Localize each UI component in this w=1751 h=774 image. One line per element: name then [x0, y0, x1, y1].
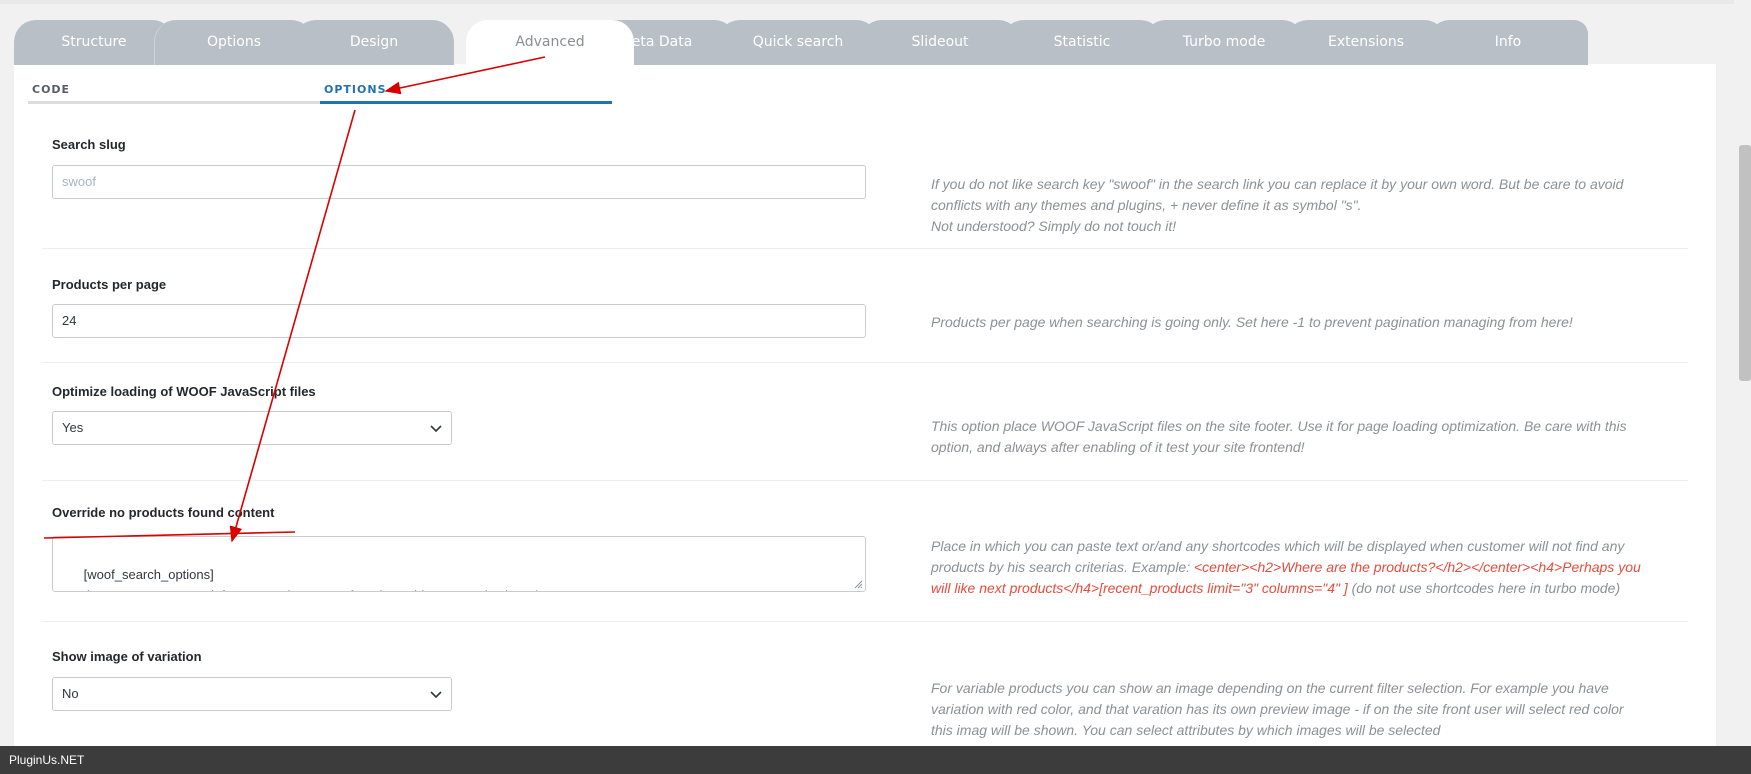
- advanced-panel: CODE OPTIONS Search slug swoof If you do…: [14, 64, 1716, 746]
- tab-statistic[interactable]: Statistic: [1002, 20, 1162, 65]
- setting-override-no-products: Override no products found content [woof…: [42, 480, 1688, 622]
- show-variation-image-select[interactable]: No: [52, 677, 452, 711]
- optimize-js-description: This option place WOOF JavaScript files …: [931, 418, 1627, 455]
- subtab-code[interactable]: CODE: [28, 82, 320, 104]
- setting-products-per-page: Products per page 24 Products per page w…: [42, 248, 1688, 363]
- advanced-subtabs: CODE OPTIONS: [28, 82, 612, 104]
- setting-optimize-js: Optimize loading of WOOF JavaScript file…: [42, 362, 1688, 481]
- tab-options[interactable]: Options: [154, 20, 313, 65]
- search-slug-input[interactable]: swoof: [52, 165, 866, 199]
- scrollbar-thumb[interactable]: [1739, 145, 1751, 381]
- tab-advanced[interactable]: Advanced: [466, 20, 634, 65]
- show-variation-image-description: For variable products you can show an im…: [931, 680, 1624, 738]
- search-slug-description: If you do not like search key "swoof" in…: [931, 176, 1624, 234]
- footer-brand: PluginUs.NET: [9, 753, 85, 767]
- search-slug-label: Search slug: [52, 137, 126, 152]
- tab-extensions[interactable]: Extensions: [1286, 20, 1446, 65]
- chevron-down-icon: [430, 425, 442, 433]
- optimize-js-select[interactable]: Yes: [52, 411, 452, 445]
- tab-structure[interactable]: Structure: [14, 20, 174, 65]
- chevron-down-icon: [430, 691, 442, 699]
- show-variation-image-label: Show image of variation: [52, 649, 202, 664]
- main-tabs: Structure Options Design Meta Data Quick…: [14, 20, 1716, 65]
- products-per-page-description: Products per page when searching is goin…: [931, 314, 1573, 330]
- override-no-products-textarea[interactable]: [woof_search_options] <p class="woocomme…: [52, 536, 866, 592]
- subtab-options[interactable]: OPTIONS: [320, 82, 612, 104]
- resize-handle-icon[interactable]: [853, 579, 863, 589]
- tab-quick-search[interactable]: Quick search: [718, 20, 878, 65]
- setting-search-slug: Search slug swoof If you do not like sea…: [42, 118, 1688, 249]
- tab-slideout[interactable]: Slideout: [860, 20, 1020, 65]
- footer-bar: PluginUs.NET: [0, 746, 1751, 774]
- products-per-page-label: Products per page: [52, 277, 167, 292]
- override-no-products-description: Place in which you can paste text or/and…: [931, 538, 1641, 596]
- tab-design[interactable]: Design: [294, 20, 454, 65]
- override-no-products-label: Override no products found content: [52, 505, 275, 520]
- setting-show-variation-image: Show image of variation No For variable …: [42, 621, 1688, 761]
- optimize-js-label: Optimize loading of WOOF JavaScript file…: [52, 384, 316, 399]
- tab-info[interactable]: Info: [1428, 20, 1588, 65]
- top-border: [0, 0, 1751, 4]
- tab-turbo-mode[interactable]: Turbo mode: [1144, 20, 1304, 65]
- products-per-page-input[interactable]: 24: [52, 304, 866, 338]
